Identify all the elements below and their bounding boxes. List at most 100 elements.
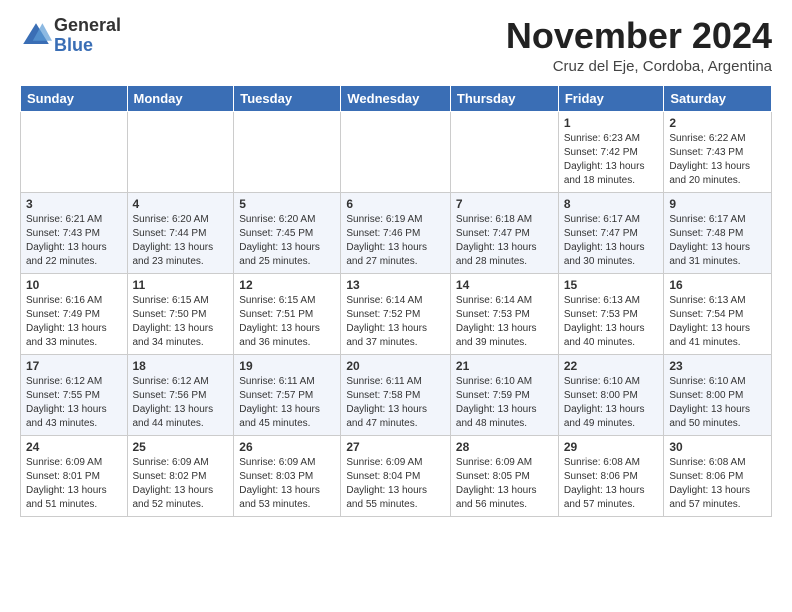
- day-info: Sunrise: 6:09 AMSunset: 8:05 PMDaylight:…: [456, 456, 553, 512]
- logo-blue-text: Blue: [54, 36, 121, 56]
- day-number: 12: [239, 278, 335, 292]
- calendar-cell: 21 Sunrise: 6:10 AMSunset: 7:59 PMDayligh…: [450, 354, 558, 435]
- logo-icon: [20, 20, 52, 52]
- day-info: Sunrise: 6:21 AMSunset: 7:43 PMDaylight:…: [26, 213, 122, 269]
- calendar-cell: 6 Sunrise: 6:19 AMSunset: 7:46 PMDaylight…: [341, 192, 451, 273]
- calendar-cell: [450, 111, 558, 192]
- day-number: 23: [669, 359, 766, 373]
- day-info: Sunrise: 6:10 AMSunset: 8:00 PMDaylight:…: [669, 375, 766, 431]
- day-info: Sunrise: 6:20 AMSunset: 7:45 PMDaylight:…: [239, 213, 335, 269]
- day-info: Sunrise: 6:13 AMSunset: 7:53 PMDaylight:…: [564, 294, 659, 350]
- day-number: 8: [564, 197, 659, 211]
- day-number: 28: [456, 440, 553, 454]
- day-info: Sunrise: 6:08 AMSunset: 8:06 PMDaylight:…: [564, 456, 659, 512]
- calendar-cell: 27Sunrise: 6:09 AMSunset: 8:04 PMDayligh…: [341, 435, 451, 516]
- day-header-monday: Monday: [127, 85, 234, 111]
- day-info: Sunrise: 6:09 AMSunset: 8:01 PMDaylight:…: [26, 456, 122, 512]
- day-number: 3: [26, 197, 122, 211]
- calendar-cell: 30Sunrise: 6:08 AMSunset: 8:06 PMDayligh…: [664, 435, 772, 516]
- day-number: 30: [669, 440, 766, 454]
- calendar-cell: 24 Sunrise: 6:09 AMSunset: 8:01 PMDayligh…: [21, 435, 128, 516]
- calendar-cell: 29 Sunrise: 6:08 AMSunset: 8:06 PMDayligh…: [558, 435, 664, 516]
- day-number: 10: [26, 278, 122, 292]
- calendar-cell: 10 Sunrise: 6:16 AMSunset: 7:49 PMDayligh…: [21, 273, 128, 354]
- day-number: 26: [239, 440, 335, 454]
- calendar-cell: 13 Sunrise: 6:14 AMSunset: 7:52 PMDayligh…: [341, 273, 451, 354]
- calendar-cell: 23 Sunrise: 6:10 AMSunset: 8:00 PMDayligh…: [664, 354, 772, 435]
- calendar-cell: 7 Sunrise: 6:18 AMSunset: 7:47 PMDaylight…: [450, 192, 558, 273]
- calendar-cell: [127, 111, 234, 192]
- day-info: Sunrise: 6:10 AMSunset: 7:59 PMDaylight:…: [456, 375, 553, 431]
- day-header-wednesday: Wednesday: [341, 85, 451, 111]
- day-info: Sunrise: 6:20 AMSunset: 7:44 PMDaylight:…: [133, 213, 229, 269]
- calendar-cell: 5 Sunrise: 6:20 AMSunset: 7:45 PMDaylight…: [234, 192, 341, 273]
- calendar-cell: 25Sunrise: 6:09 AMSunset: 8:02 PMDayligh…: [127, 435, 234, 516]
- day-number: 5: [239, 197, 335, 211]
- day-info: Sunrise: 6:17 AMSunset: 7:47 PMDaylight:…: [564, 213, 659, 269]
- calendar-row: 17 Sunrise: 6:12 AMSunset: 7:55 PMDayligh…: [21, 354, 772, 435]
- day-info: Sunrise: 6:11 AMSunset: 7:57 PMDaylight:…: [239, 375, 335, 431]
- day-info: Sunrise: 6:15 AMSunset: 7:50 PMDaylight:…: [133, 294, 229, 350]
- calendar-cell: 20Sunrise: 6:11 AMSunset: 7:58 PMDayligh…: [341, 354, 451, 435]
- calendar-cell: 26 Sunrise: 6:09 AMSunset: 8:03 PMDayligh…: [234, 435, 341, 516]
- day-number: 9: [669, 197, 766, 211]
- calendar-cell: 8 Sunrise: 6:17 AMSunset: 7:47 PMDaylight…: [558, 192, 664, 273]
- calendar-row: 24 Sunrise: 6:09 AMSunset: 8:01 PMDayligh…: [21, 435, 772, 516]
- calendar-cell: 2 Sunrise: 6:22 AMSunset: 7:43 PMDaylight…: [664, 111, 772, 192]
- day-number: 2: [669, 116, 766, 130]
- header: General Blue November 2024 Cruz del Eje,…: [20, 16, 772, 75]
- day-info: Sunrise: 6:15 AMSunset: 7:51 PMDaylight:…: [239, 294, 335, 350]
- day-info: Sunrise: 6:16 AMSunset: 7:49 PMDaylight:…: [26, 294, 122, 350]
- day-number: 7: [456, 197, 553, 211]
- day-number: 27: [346, 440, 445, 454]
- day-info: Sunrise: 6:09 AMSunset: 8:03 PMDaylight:…: [239, 456, 335, 512]
- calendar-cell: 12 Sunrise: 6:15 AMSunset: 7:51 PMDayligh…: [234, 273, 341, 354]
- day-number: 13: [346, 278, 445, 292]
- logo-text: General Blue: [54, 16, 121, 56]
- day-number: 17: [26, 359, 122, 373]
- day-info: Sunrise: 6:10 AMSunset: 8:00 PMDaylight:…: [564, 375, 659, 431]
- calendar-cell: 1 Sunrise: 6:23 AMSunset: 7:42 PMDaylight…: [558, 111, 664, 192]
- day-number: 21: [456, 359, 553, 373]
- day-info: Sunrise: 6:09 AMSunset: 8:02 PMDaylight:…: [133, 456, 229, 512]
- calendar-row: 1 Sunrise: 6:23 AMSunset: 7:42 PMDaylight…: [21, 111, 772, 192]
- day-info: Sunrise: 6:18 AMSunset: 7:47 PMDaylight:…: [456, 213, 553, 269]
- location: Cruz del Eje, Cordoba, Argentina: [506, 58, 772, 75]
- day-info: Sunrise: 6:17 AMSunset: 7:48 PMDaylight:…: [669, 213, 766, 269]
- calendar-cell: 15 Sunrise: 6:13 AMSunset: 7:53 PMDayligh…: [558, 273, 664, 354]
- day-header-tuesday: Tuesday: [234, 85, 341, 111]
- day-number: 6: [346, 197, 445, 211]
- calendar-cell: [234, 111, 341, 192]
- title-block: November 2024 Cruz del Eje, Cordoba, Arg…: [506, 16, 772, 75]
- page: General Blue November 2024 Cruz del Eje,…: [0, 0, 792, 533]
- calendar-header-row: SundayMondayTuesdayWednesdayThursdayFrid…: [21, 85, 772, 111]
- logo-general-text: General: [54, 16, 121, 36]
- calendar-cell: 14Sunrise: 6:14 AMSunset: 7:53 PMDayligh…: [450, 273, 558, 354]
- calendar-cell: 18Sunrise: 6:12 AMSunset: 7:56 PMDayligh…: [127, 354, 234, 435]
- day-info: Sunrise: 6:19 AMSunset: 7:46 PMDaylight:…: [346, 213, 445, 269]
- calendar-cell: 17 Sunrise: 6:12 AMSunset: 7:55 PMDayligh…: [21, 354, 128, 435]
- day-number: 1: [564, 116, 659, 130]
- calendar-cell: 3 Sunrise: 6:21 AMSunset: 7:43 PMDaylight…: [21, 192, 128, 273]
- calendar-cell: 4 Sunrise: 6:20 AMSunset: 7:44 PMDaylight…: [127, 192, 234, 273]
- calendar-cell: 9 Sunrise: 6:17 AMSunset: 7:48 PMDaylight…: [664, 192, 772, 273]
- day-number: 20: [346, 359, 445, 373]
- day-info: Sunrise: 6:13 AMSunset: 7:54 PMDaylight:…: [669, 294, 766, 350]
- calendar-cell: 11 Sunrise: 6:15 AMSunset: 7:50 PMDayligh…: [127, 273, 234, 354]
- day-info: Sunrise: 6:12 AMSunset: 7:56 PMDaylight:…: [133, 375, 229, 431]
- day-number: 15: [564, 278, 659, 292]
- day-info: Sunrise: 6:22 AMSunset: 7:43 PMDaylight:…: [669, 132, 766, 188]
- day-header-friday: Friday: [558, 85, 664, 111]
- day-number: 29: [564, 440, 659, 454]
- calendar-cell: 28 Sunrise: 6:09 AMSunset: 8:05 PMDayligh…: [450, 435, 558, 516]
- calendar-cell: 19Sunrise: 6:11 AMSunset: 7:57 PMDayligh…: [234, 354, 341, 435]
- day-info: Sunrise: 6:12 AMSunset: 7:55 PMDaylight:…: [26, 375, 122, 431]
- day-number: 24: [26, 440, 122, 454]
- day-number: 11: [133, 278, 229, 292]
- day-header-saturday: Saturday: [664, 85, 772, 111]
- day-number: 4: [133, 197, 229, 211]
- day-header-sunday: Sunday: [21, 85, 128, 111]
- day-info: Sunrise: 6:23 AMSunset: 7:42 PMDaylight:…: [564, 132, 659, 188]
- calendar-cell: 16Sunrise: 6:13 AMSunset: 7:54 PMDayligh…: [664, 273, 772, 354]
- day-info: Sunrise: 6:14 AMSunset: 7:52 PMDaylight:…: [346, 294, 445, 350]
